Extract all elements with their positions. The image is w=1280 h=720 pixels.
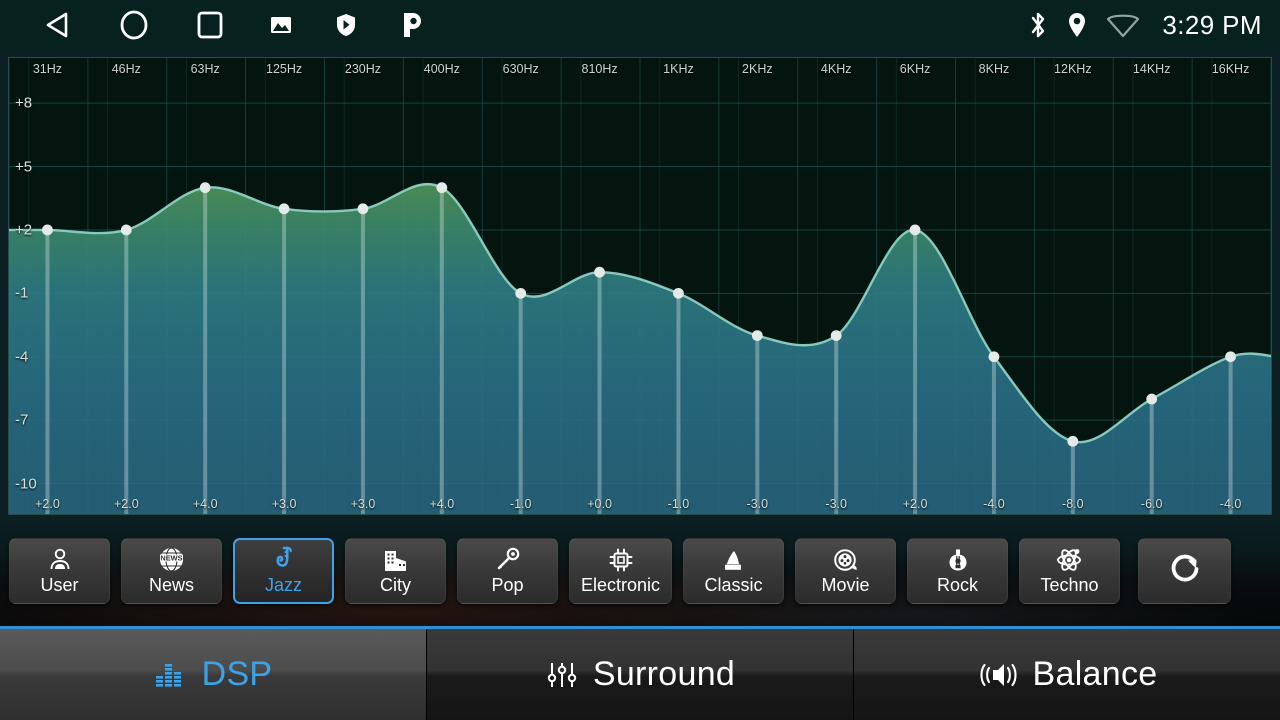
location-icon: [1066, 11, 1088, 39]
band-node[interactable]: [1067, 435, 1079, 447]
band-node[interactable]: [830, 330, 842, 342]
preset-button-classic[interactable]: Classic: [683, 538, 784, 604]
preset-button-electronic[interactable]: Electronic: [569, 538, 672, 604]
preset-button-movie[interactable]: Movie: [795, 538, 896, 604]
dsp-equalizer-screen: 3:29 PM 31Hz 46Hz 63Hz 125Hz 230Hz 400Hz 630Hz…: [0, 0, 1280, 720]
reset-button[interactable]: [1138, 538, 1231, 604]
bluetooth-icon: [1028, 11, 1048, 39]
preset-button-pop[interactable]: Pop: [457, 538, 558, 604]
band-node[interactable]: [515, 287, 527, 299]
microphone-icon: [494, 547, 521, 573]
bottom-tab-bar: DSP Surround Balance: [0, 626, 1280, 720]
tab-label: Balance: [1032, 655, 1158, 693]
buildings-icon: [382, 547, 409, 573]
home-icon[interactable]: [118, 9, 150, 41]
band-node[interactable]: [673, 287, 684, 299]
recents-icon[interactable]: [194, 9, 226, 41]
preset-label: Jazz: [264, 574, 302, 595]
sliders-icon: [545, 658, 579, 692]
preset-label: Electronic: [580, 574, 661, 595]
shield-icon: [336, 13, 356, 37]
refresh-icon: [1165, 549, 1205, 594]
svg-text:NEWS: NEWS: [160, 553, 182, 562]
preset-button-news[interactable]: NEWS News: [121, 538, 222, 604]
preset-button-user[interactable]: User: [9, 538, 110, 604]
navigation-icons: [0, 9, 426, 41]
tab-label: DSP: [201, 655, 273, 693]
wifi-icon: [1106, 12, 1140, 38]
pandora-icon: [400, 10, 426, 40]
atom-icon: [1056, 547, 1083, 573]
band-node[interactable]: [199, 182, 211, 194]
preset-button-rock[interactable]: Rock: [907, 538, 1008, 604]
band-node[interactable]: [988, 351, 1000, 363]
tab-surround[interactable]: Surround: [427, 629, 854, 720]
preset-label: Classic: [704, 574, 763, 595]
band-node[interactable]: [1225, 351, 1236, 363]
band-node[interactable]: [42, 224, 53, 236]
clock: 3:29 PM: [1162, 9, 1262, 40]
preset-label: Movie: [821, 574, 870, 595]
eq-curve-svg[interactable]: [9, 58, 1271, 514]
preset-label: News: [148, 574, 194, 595]
band-node[interactable]: [1146, 393, 1158, 405]
system-status-icons: 3:29 PM: [1028, 10, 1280, 41]
band-node[interactable]: [594, 266, 605, 278]
gain-tick-label: +5: [15, 158, 33, 176]
band-node[interactable]: [278, 203, 290, 215]
equalizer-chart[interactable]: 31Hz 46Hz 63Hz 125Hz 230Hz 400Hz 630Hz 810Hz 1KH…: [8, 57, 1272, 515]
preset-label: User: [40, 574, 79, 595]
user-icon: [47, 547, 73, 573]
guitar-icon: [946, 547, 970, 573]
gallery-icon: [270, 14, 292, 36]
preset-label: Techno: [1040, 574, 1099, 595]
preset-label: Pop: [491, 574, 524, 595]
band-node[interactable]: [436, 182, 448, 194]
gain-tick-label: -7: [15, 411, 29, 429]
gain-tick-label: +2: [15, 221, 33, 239]
tab-dsp[interactable]: DSP: [0, 629, 427, 720]
film-reel-icon: [833, 547, 859, 573]
gain-tick-label: +8: [15, 94, 33, 112]
preset-bar: User NEWS News Jazz City Pop Electronic Classic…: [0, 516, 1280, 626]
preset-button-city[interactable]: City: [345, 538, 446, 604]
status-bar: 3:29 PM: [0, 0, 1280, 50]
band-node[interactable]: [909, 224, 921, 236]
gramophone-icon: [721, 547, 747, 573]
band-node[interactable]: [751, 330, 763, 342]
gain-tick-label: -4: [15, 348, 29, 366]
news-globe-icon: NEWS: [158, 546, 185, 573]
cpu-chip-icon: [608, 547, 634, 573]
band-node[interactable]: [120, 224, 132, 236]
preset-button-jazz[interactable]: Jazz: [233, 538, 334, 604]
preset-label: City: [380, 574, 411, 595]
equalizer-bars-icon: [154, 658, 188, 692]
saxophone-icon: [271, 546, 297, 573]
back-icon[interactable]: [44, 10, 74, 40]
tab-balance[interactable]: Balance: [854, 629, 1280, 720]
tab-label: Surround: [592, 655, 736, 693]
preset-label: Rock: [936, 574, 978, 595]
gain-tick-label: -10: [15, 475, 37, 493]
preset-button-techno[interactable]: Techno: [1019, 538, 1120, 604]
gain-tick-label: -1: [15, 284, 29, 302]
band-node[interactable]: [357, 203, 369, 215]
speaker-waves-icon: [977, 659, 1019, 691]
